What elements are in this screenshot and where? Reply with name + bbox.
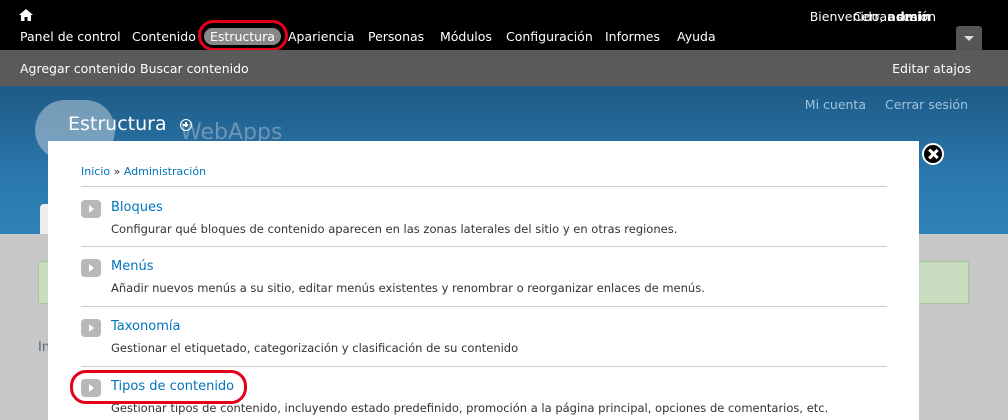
shortcuts-bar: Agregar contenido Buscar contenido Edita… (0, 50, 1008, 86)
menu-item-appearance[interactable]: Apariencia (288, 29, 354, 44)
divider (81, 366, 887, 367)
site-logout-link[interactable]: Cerrar sesión (885, 97, 968, 112)
admin-item-title[interactable]: Taxonomía (111, 319, 180, 334)
menu-item-reports[interactable]: Informes (605, 29, 660, 44)
divider (81, 306, 887, 307)
admin-item-description: Añadir nuevos menús a su sitio, editar m… (111, 281, 705, 295)
arrow-right-icon[interactable] (81, 200, 101, 218)
menu-item-help[interactable]: Ayuda (677, 29, 716, 44)
divider (81, 186, 887, 187)
admin-item-title[interactable]: Tipos de contenido (111, 379, 234, 394)
add-icon[interactable] (180, 119, 192, 131)
menu-item-modules[interactable]: Módulos (440, 29, 492, 44)
edit-shortcuts-link[interactable]: Editar atajos (892, 61, 971, 76)
background-tab (40, 204, 48, 234)
menu-item-configuration[interactable]: Configuración (506, 29, 593, 44)
admin-item-description: Gestionar el etiquetado, categorización … (111, 341, 519, 355)
my-account-link[interactable]: Mi cuenta (805, 97, 866, 112)
menu-item-dashboard[interactable]: Panel de control (20, 29, 121, 44)
close-icon[interactable] (922, 143, 944, 165)
site-user-links: Mi cuenta Cerrar sesión (790, 97, 968, 112)
admin-item-description: Gestionar tipos de contenido, incluyendo… (111, 401, 829, 415)
shortcut-add-content[interactable]: Agregar contenido (20, 61, 136, 76)
menu-item-content[interactable]: Contenido (132, 29, 196, 44)
home-icon[interactable] (19, 9, 33, 21)
arrow-right-icon[interactable] (81, 259, 101, 277)
breadcrumb-home[interactable]: Inicio (81, 165, 110, 178)
admin-item-title[interactable]: Bloques (111, 200, 163, 215)
arrow-right-icon[interactable] (81, 319, 101, 337)
menu-item-structure[interactable]: Estructura (204, 28, 281, 45)
breadcrumb-separator: » (113, 165, 121, 178)
logout-link[interactable]: Cerrar sesión (853, 9, 936, 24)
admin-item-description: Configurar qué bloques de contenido apar… (111, 222, 678, 236)
overlay-title: Estructura (68, 113, 167, 135)
divider (81, 246, 887, 247)
admin-item-title[interactable]: Menús (111, 259, 153, 274)
admin-toolbar: Bienvenido, admin Cerrar sesión Panel de… (0, 0, 1008, 50)
breadcrumb-administration[interactable]: Administración (124, 165, 206, 178)
menu-item-people[interactable]: Personas (368, 29, 424, 44)
arrow-right-icon[interactable] (81, 379, 101, 397)
chevron-down-icon[interactable] (956, 26, 982, 50)
breadcrumb: Inicio » Administración (81, 165, 206, 178)
shortcut-find-content[interactable]: Buscar contenido (140, 61, 249, 76)
